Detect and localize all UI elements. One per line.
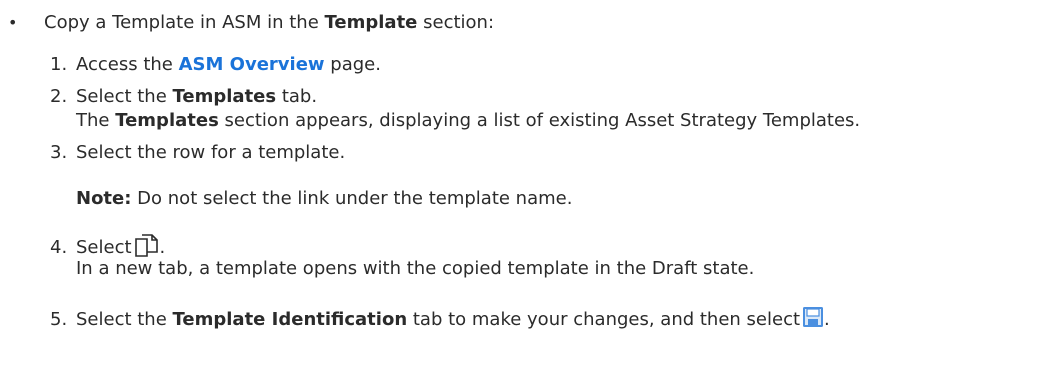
bullet-bold: Template [324,12,418,33]
step-2-detail: The Templates section appears, displayin… [76,110,861,131]
templates-bold: Templates [172,86,277,107]
step-5: 5. Select the Template Identification tab… [50,306,830,333]
step-4-detail: In a new tab, a template opens with the … [76,258,755,279]
bullet-item: • Copy a Template in ASM in the Template… [8,12,494,33]
template-identification-bold: Template Identification [172,309,408,330]
note: Note: Do not select the link under the t… [76,188,573,209]
save-icon [802,306,824,333]
note-label: Note: [76,188,132,209]
asm-overview-link[interactable]: ASM Overview [179,54,325,75]
step-2: 2. Select the Templates tab. [50,86,318,107]
step-1: 1. Access the ASM Overview page. [50,54,381,75]
step-3: 3. Select the row for a template. [50,142,346,163]
bullet-text: Copy a Template in ASM in the Template s… [44,12,495,33]
bullet-marker: • [8,13,18,32]
